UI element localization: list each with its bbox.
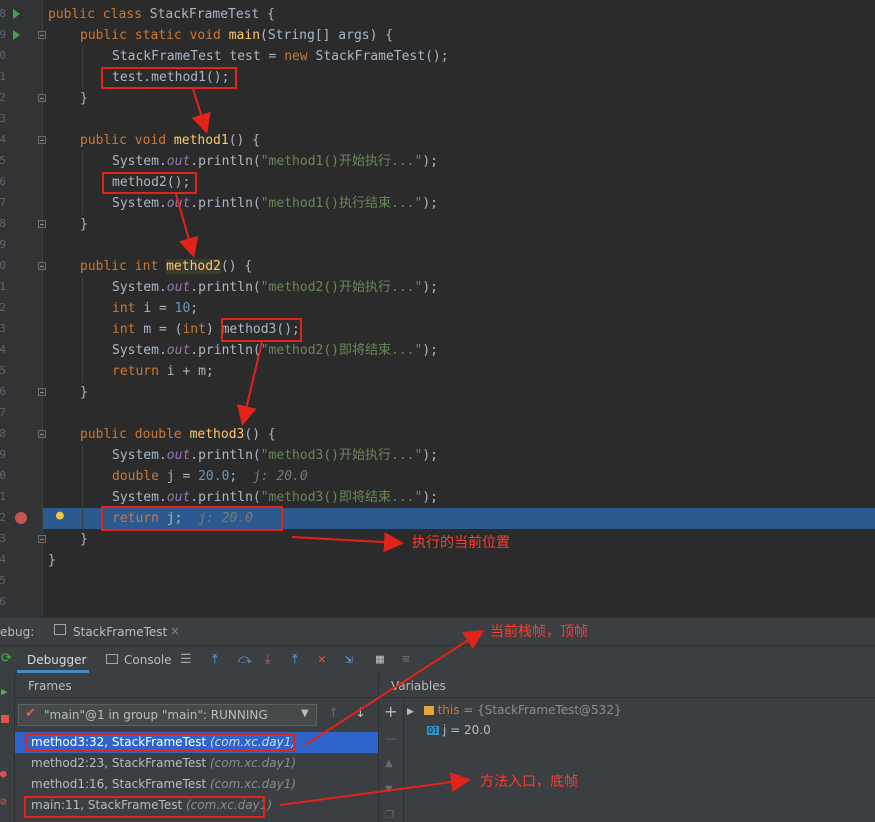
arrow-method2-to-method2-def <box>175 193 199 258</box>
annotation-current-position: 执行的当前位置 <box>412 535 510 551</box>
arrow-bottom-frame <box>279 772 471 806</box>
arrow-top-frame <box>304 629 485 746</box>
arrow-current-position <box>291 532 404 553</box>
annotation-arrows <box>175 88 485 806</box>
arrow-method1-to-method1-def <box>191 88 211 134</box>
arrow-method3-to-method3-def <box>236 341 263 426</box>
annotation-top-frame: 当前栈帧，顶帧 <box>490 624 588 640</box>
annotation-bottom-frame: 方法入口，底帧 <box>480 774 578 790</box>
